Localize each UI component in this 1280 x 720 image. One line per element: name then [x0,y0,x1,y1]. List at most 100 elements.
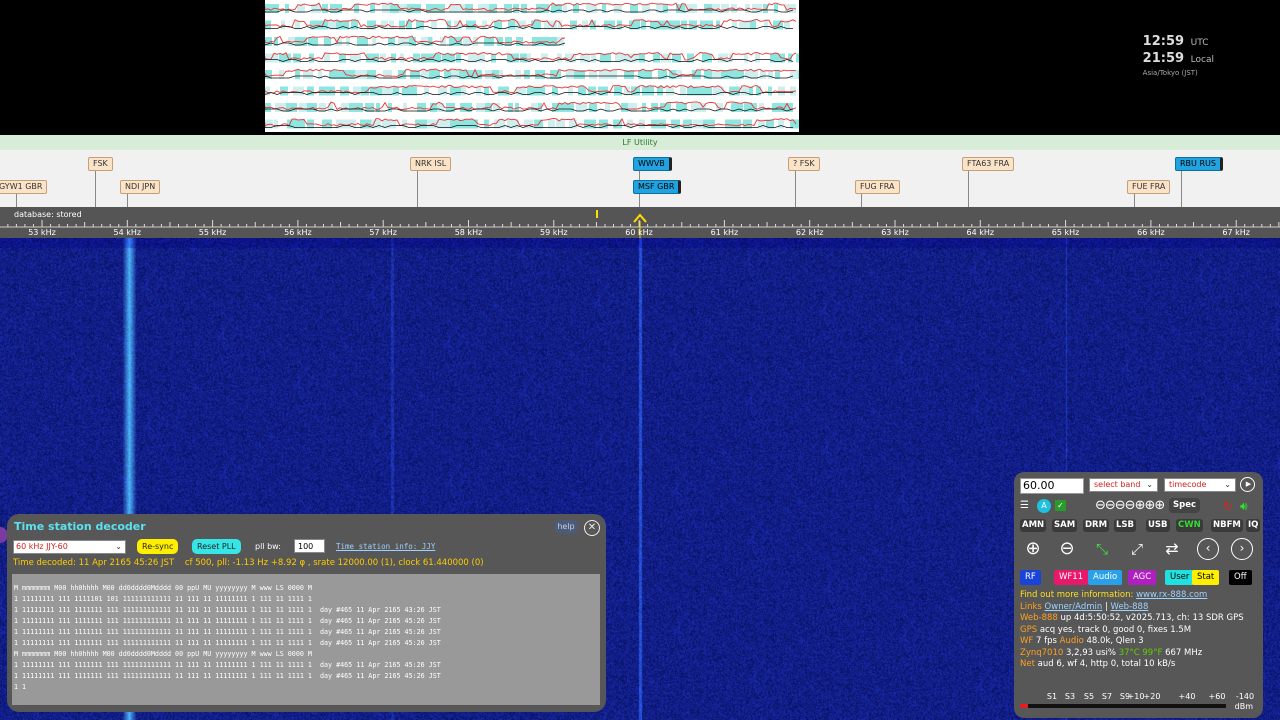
tab-user[interactable]: User [1165,570,1195,585]
signal-block [641,20,646,30]
control-panel: 60.00 select band ⌄ timecode ⌄ ▶ ☰ A ✓ ◦… [1014,472,1263,718]
station-label[interactable]: WWVB [633,157,672,171]
tab-off[interactable]: Off [1229,570,1252,585]
utc-label: UTC [1190,38,1209,48]
checkbox-icon[interactable]: ✓ [1055,500,1066,511]
spec-button[interactable]: Spec [1169,498,1201,513]
signal-block [293,86,304,96]
frequency-scale[interactable]: database: stored 53 kHz 54 kHz 55 kHz 56 kH… [0,207,1280,238]
mode-button-iq[interactable]: IQ [1246,519,1261,532]
help-button[interactable]: help [554,520,578,534]
freq-label: 53 kHz [28,228,56,237]
owner-admin-link[interactable]: Owner/Admin [1045,602,1103,612]
zoom-step-icons[interactable]: ⊖⊖⊖⊖⊕⊕⊕ [1095,499,1165,513]
signal-block [778,119,784,129]
auto-icon[interactable]: A [1037,499,1051,513]
log-line: 1 11111111 111 1111111 111 111111111111 … [14,617,441,625]
signal-block [524,119,533,129]
signal-block [303,70,313,79]
station-label[interactable]: FUE FRA [1127,180,1171,194]
station-marker-stem [639,194,640,207]
station-label[interactable]: RBU RUS [1175,157,1223,171]
close-icon[interactable]: ✕ [584,520,600,536]
timezone-label: Asia/Tokyo (JST) [1142,69,1198,77]
tab-audio[interactable]: Audio [1088,570,1123,585]
band-bar[interactable]: LF Utility [0,135,1280,150]
signal-block [476,103,486,112]
signal-block [361,86,369,96]
extension-select[interactable]: timecode ⌄ [1164,478,1236,492]
band-select[interactable]: select band ⌄ [1089,478,1158,492]
station-label[interactable]: FUG FRA [855,180,900,194]
chevron-down-icon: ⌄ [115,542,122,551]
station-label[interactable]: GYW1 GBR [0,180,48,194]
gps-label: GPS [1020,624,1038,635]
signal-block [515,70,521,79]
web888-link[interactable]: Web-888 [1111,602,1149,612]
tab-agc[interactable]: AGC [1128,570,1157,585]
signal-block [591,53,596,63]
station-marker-stem [861,194,862,207]
tab-wf11[interactable]: WF11 [1054,570,1089,585]
mode-button-cwn[interactable]: CWN [1176,519,1203,532]
freq-label: 67 kHz [1222,228,1250,237]
station-label[interactable]: ? FSK [788,157,820,171]
station-label[interactable]: NRK ISL [410,157,452,171]
signal-block [621,103,629,112]
zoom-max-icon[interactable]: ⤢ [1126,538,1148,560]
status-decoded: Time decoded: 11 Apr 2165 45:26 JST [13,558,175,568]
freq-label: 55 kHz [198,228,227,237]
signal-block [322,4,328,13]
mode-button-nbfm[interactable]: NBFM [1211,519,1243,532]
swap-icon[interactable]: ⇄ [1161,538,1183,560]
station-select[interactable]: 60 kHz JJY-60 ⌄ [13,540,126,554]
pll-bw-input[interactable]: 100 [294,539,325,553]
dot-icon: ◦ [1071,501,1076,510]
step-forward-icon[interactable]: › [1231,538,1253,560]
net-text: aud 6, wf 4, http 0, total 10 kB/s [1037,659,1176,669]
signal-block [461,86,466,96]
frequency-input[interactable]: 60.00 [1020,478,1084,494]
freq-label: 57 kHz [369,228,397,237]
gps-text: acq yes, track 0, good 0, fixes 1.5M [1039,624,1192,635]
signal-block [608,70,617,79]
chevron-down-icon: ⌄ [1224,480,1231,489]
mhz-text: 667 MHz [1165,647,1203,658]
s-meter-fill [1020,704,1029,708]
station-marker-stem [795,171,796,207]
mode-button-lsb[interactable]: LSB [1114,519,1137,532]
station-label[interactable]: NDI JPN [120,180,161,194]
speaker-icon[interactable]: 🔊︎ [1240,499,1248,513]
station-label[interactable]: MSF GBR [633,180,682,194]
resync-button[interactable]: Re-sync [137,539,179,554]
status-pll: cf 500, pll: -1.13 Hz +8.92 φ , srate 12… [184,558,484,568]
station-label[interactable]: FTA63 FRA [962,157,1015,171]
smeter-scale-label: S1 [1046,692,1058,701]
find-out-label: Find out more information: [1020,590,1134,600]
signal-block [774,4,778,13]
signal-block [692,4,696,13]
rx888-link[interactable]: www.rx-888.com [1136,590,1207,600]
tuning-caret-icon[interactable] [633,213,647,223]
database-label: database: stored [14,210,82,219]
freq-label: 62 kHz [795,228,824,237]
tab-stat[interactable]: Stat [1192,570,1220,585]
refresh-icon[interactable]: ↻ [1223,499,1233,513]
mode-button-drm[interactable]: DRM [1083,519,1110,532]
step-back-icon[interactable]: ‹ [1197,538,1219,560]
play-icon[interactable]: ▶ [1240,477,1255,492]
station-label[interactable]: FSK [88,157,113,171]
time-station-info-link[interactable]: Time station info: JJY [336,542,435,551]
mode-button-usb[interactable]: USB [1146,519,1170,532]
mode-button-amn[interactable]: AMN [1020,519,1047,532]
freq-label: 58 kHz [454,228,483,237]
zoom-in-icon[interactable]: ⊕ [1022,538,1044,560]
mode-button-sam[interactable]: SAM [1052,519,1078,532]
zoom-band-icon[interactable]: ⤡ [1091,538,1113,560]
freq-label: 61 kHz [710,228,739,237]
menu-icon[interactable]: ☰ [1020,499,1029,513]
reset-pll-button[interactable]: Reset PLL [192,539,241,554]
zoom-out-icon[interactable]: ⊖ [1056,538,1078,560]
tab-rf[interactable]: RF [1020,570,1041,585]
audio-text: 48.0k, Qlen 3 [1086,636,1144,646]
